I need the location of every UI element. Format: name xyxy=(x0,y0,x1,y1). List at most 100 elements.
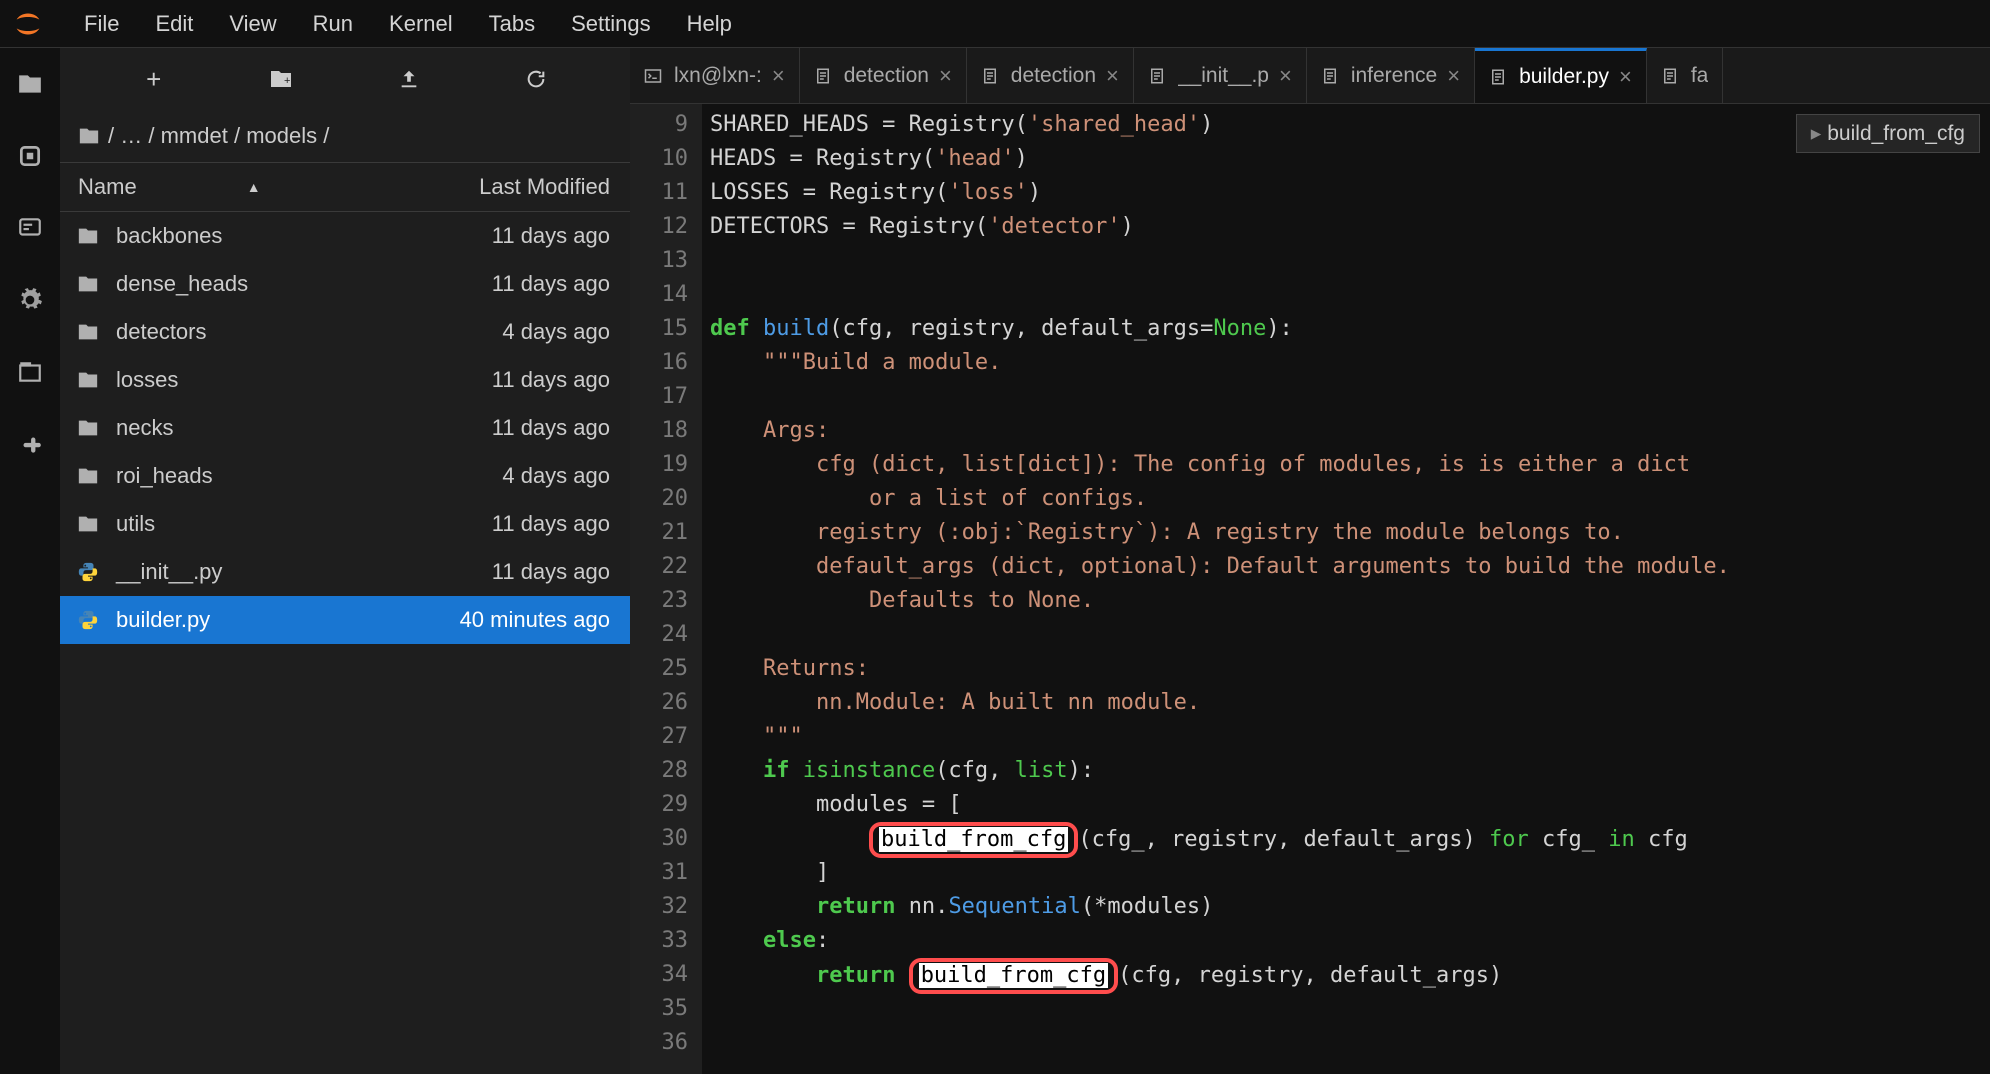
line-number: 32 xyxy=(630,890,702,924)
file-row[interactable]: dense_heads11 days ago xyxy=(60,260,630,308)
line-number: 36 xyxy=(630,1026,702,1060)
line-number: 12 xyxy=(630,210,702,244)
code-line[interactable]: Args: xyxy=(710,414,1990,448)
code-line[interactable]: Defaults to None. xyxy=(710,584,1990,618)
line-number: 17 xyxy=(630,380,702,414)
file-row[interactable]: necks11 days ago xyxy=(60,404,630,452)
file-modified: 11 days ago xyxy=(380,271,630,297)
menu-view[interactable]: View xyxy=(211,1,294,47)
breadcrumb-segment[interactable]: / xyxy=(108,123,120,148)
file-list-header[interactable]: Name ▲ Last Modified xyxy=(60,162,630,212)
chevron-right-icon: ▸ xyxy=(1811,121,1822,146)
folder-icon xyxy=(60,273,116,295)
close-icon[interactable]: × xyxy=(1447,63,1460,89)
document-icon xyxy=(814,66,834,86)
document-icon xyxy=(1148,66,1168,86)
commands-icon[interactable] xyxy=(14,212,46,244)
editor-tab[interactable]: lxn@lxn-: × xyxy=(630,48,800,103)
symbol-breadcrumb[interactable]: ▸ build_from_cfg xyxy=(1796,114,1980,153)
file-row[interactable]: losses11 days ago xyxy=(60,356,630,404)
tabs-icon[interactable] xyxy=(14,356,46,388)
breadcrumb-segment[interactable]: / xyxy=(148,123,160,148)
menu-kernel[interactable]: Kernel xyxy=(371,1,471,47)
breadcrumb-segment[interactable]: mmdet xyxy=(161,123,234,148)
code-line[interactable]: nn.Module: A built nn module. xyxy=(710,686,1990,720)
settings-gear-icon[interactable] xyxy=(14,284,46,316)
code-line[interactable] xyxy=(710,244,1990,278)
code-line[interactable]: Returns: xyxy=(710,652,1990,686)
file-modified: 40 minutes ago xyxy=(380,607,630,633)
code-line[interactable]: """ xyxy=(710,720,1990,754)
new-folder-icon[interactable]: + xyxy=(267,65,295,93)
code-line[interactable] xyxy=(710,380,1990,414)
menu-tabs[interactable]: Tabs xyxy=(471,1,553,47)
editor[interactable]: ▸ build_from_cfg 91011121314151617181920… xyxy=(630,104,1990,1074)
code-line[interactable]: return build_from_cfg(cfg, registry, def… xyxy=(710,958,1990,992)
new-launcher-icon[interactable]: + xyxy=(140,65,168,93)
code-line[interactable] xyxy=(710,992,1990,1026)
refresh-icon[interactable] xyxy=(522,65,550,93)
code-line[interactable]: def build(cfg, registry, default_args=No… xyxy=(710,312,1990,346)
code-line[interactable] xyxy=(710,278,1990,312)
code-line[interactable]: or a list of configs. xyxy=(710,482,1990,516)
file-modified: 11 days ago xyxy=(380,559,630,585)
folder-icon xyxy=(60,513,116,535)
editor-tab[interactable]: fa xyxy=(1647,48,1724,103)
code-line[interactable]: """Build a module. xyxy=(710,346,1990,380)
code-line[interactable]: DETECTORS = Registry('detector') xyxy=(710,210,1990,244)
menu-edit[interactable]: Edit xyxy=(137,1,211,47)
terminal-icon xyxy=(644,66,664,86)
editor-tab[interactable]: detection× xyxy=(800,48,967,103)
line-number: 9 xyxy=(630,108,702,142)
breadcrumb-segment[interactable]: / xyxy=(323,123,329,148)
file-row[interactable]: utils11 days ago xyxy=(60,500,630,548)
code-line[interactable]: else: xyxy=(710,924,1990,958)
folder-icon[interactable] xyxy=(14,68,46,100)
code-line[interactable]: if isinstance(cfg, list): xyxy=(710,754,1990,788)
breadcrumb-segment[interactable]: models xyxy=(246,123,323,148)
editor-tab[interactable]: inference× xyxy=(1307,48,1475,103)
upload-icon[interactable] xyxy=(395,65,423,93)
menu-file[interactable]: File xyxy=(66,1,137,47)
editor-tab[interactable]: __init__.p × xyxy=(1134,48,1307,103)
line-number: 20 xyxy=(630,482,702,516)
code-line[interactable]: build_from_cfg(cfg_, registry, default_a… xyxy=(710,822,1990,856)
code-line[interactable]: default_args (dict, optional): Default a… xyxy=(710,550,1990,584)
extension-icon[interactable] xyxy=(14,428,46,460)
editor-tab[interactable]: detection× xyxy=(967,48,1134,103)
close-icon[interactable]: × xyxy=(1106,63,1119,89)
folder-icon xyxy=(60,369,116,391)
code-line[interactable] xyxy=(710,1026,1990,1060)
running-icon[interactable] xyxy=(14,140,46,172)
code-line[interactable]: LOSSES = Registry('loss') xyxy=(710,176,1990,210)
tab-label: lxn@lxn-: xyxy=(674,64,762,88)
code-line[interactable]: ] xyxy=(710,856,1990,890)
tab-label: __init__.p xyxy=(1178,64,1269,88)
breadcrumb-segment[interactable]: … xyxy=(120,123,148,148)
file-row[interactable]: builder.py40 minutes ago xyxy=(60,596,630,644)
breadcrumb-segment[interactable]: / xyxy=(234,123,246,148)
editor-tab[interactable]: builder.py× xyxy=(1475,48,1647,103)
file-name: detectors xyxy=(116,319,380,345)
menu-settings[interactable]: Settings xyxy=(553,1,669,47)
file-row[interactable]: backbones11 days ago xyxy=(60,212,630,260)
close-icon[interactable]: × xyxy=(772,63,785,89)
breadcrumb[interactable]: / … / mmdet / models / xyxy=(60,110,630,162)
code-line[interactable] xyxy=(710,618,1990,652)
menu-run[interactable]: Run xyxy=(295,1,371,47)
file-modified: 11 days ago xyxy=(380,511,630,537)
code-line[interactable]: modules = [ xyxy=(710,788,1990,822)
folder-icon xyxy=(60,225,116,247)
code-content[interactable]: SHARED_HEADS = Registry('shared_head')HE… xyxy=(702,104,1990,1074)
menu-help[interactable]: Help xyxy=(669,1,750,47)
file-name: backbones xyxy=(116,223,380,249)
close-icon[interactable]: × xyxy=(1619,64,1632,90)
code-line[interactable]: cfg (dict, list[dict]): The config of mo… xyxy=(710,448,1990,482)
file-row[interactable]: roi_heads4 days ago xyxy=(60,452,630,500)
code-line[interactable]: return nn.Sequential(*modules) xyxy=(710,890,1990,924)
close-icon[interactable]: × xyxy=(939,63,952,89)
close-icon[interactable]: × xyxy=(1279,63,1292,89)
file-row[interactable]: __init__.py11 days ago xyxy=(60,548,630,596)
code-line[interactable]: registry (:obj:`Registry`): A registry t… xyxy=(710,516,1990,550)
file-row[interactable]: detectors4 days ago xyxy=(60,308,630,356)
